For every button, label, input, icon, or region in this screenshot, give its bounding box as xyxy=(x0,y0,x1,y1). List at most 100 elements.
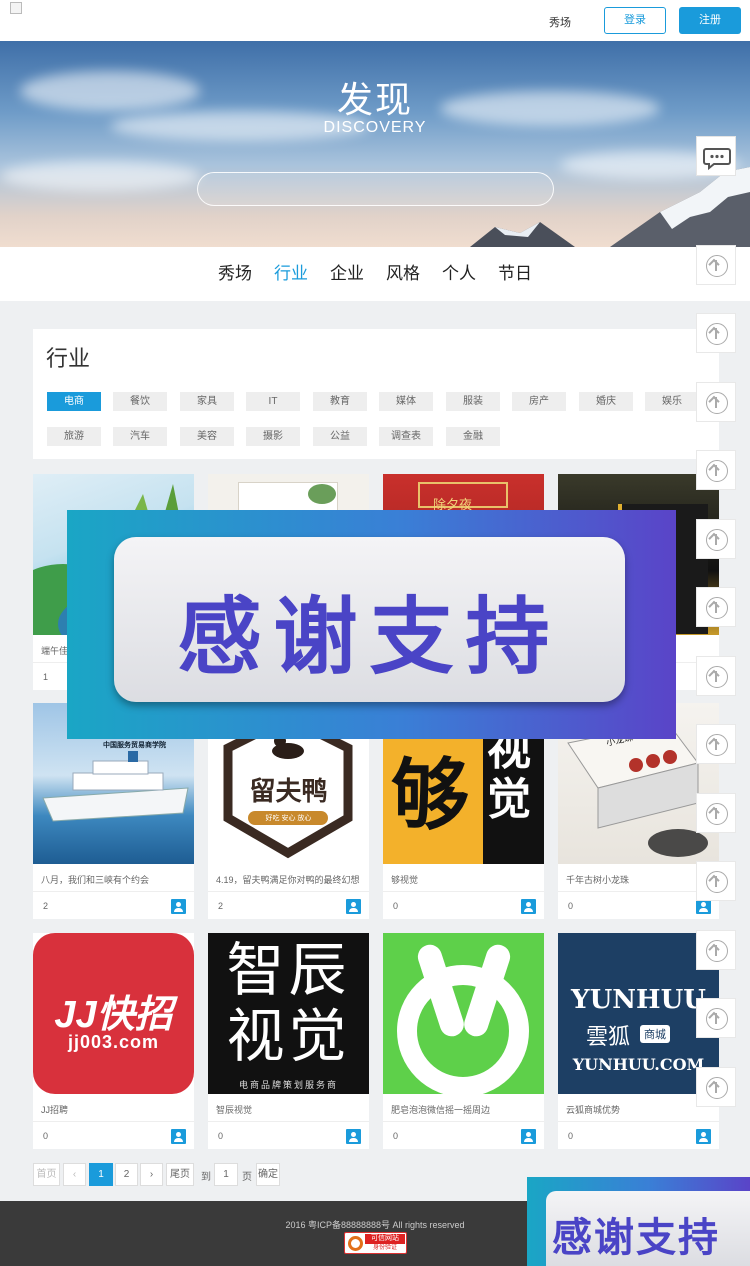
duck-logo-subtext: 好吃 安心 放心 xyxy=(265,815,312,822)
scroll-top-icon[interactable] xyxy=(696,519,736,559)
card-view-count: 1 xyxy=(43,672,49,682)
user-icon[interactable] xyxy=(171,1129,186,1144)
chat-button[interactable] xyxy=(696,136,736,176)
user-icon[interactable] xyxy=(521,899,536,914)
pagination-next[interactable]: › xyxy=(140,1163,163,1186)
pagination-prev[interactable]: ‹ xyxy=(63,1163,86,1186)
card-title: 千年古树小龙珠 xyxy=(566,875,630,885)
scroll-top-icon[interactable] xyxy=(696,724,736,764)
card-thumbnail[interactable] xyxy=(383,933,544,1094)
tag-fuzhuang[interactable]: 服装 xyxy=(446,392,500,411)
card-title: 肥皂泡泡微信摇一摇周边 xyxy=(391,1105,491,1115)
tag-diaochabiao[interactable]: 调查表 xyxy=(379,427,433,446)
user-icon[interactable] xyxy=(346,899,361,914)
scroll-top-icon[interactable] xyxy=(696,656,736,696)
thanks-overlay-banner-small: 感谢支持 xyxy=(527,1177,750,1266)
overlay-text: 感谢支持 xyxy=(177,588,562,686)
card-view-count: 2 xyxy=(43,901,49,911)
user-icon[interactable] xyxy=(696,899,711,914)
duck-logo-text: 留夫鸭 xyxy=(249,777,328,807)
tag-canyin[interactable]: 餐饮 xyxy=(113,392,167,411)
card-view-count: 0 xyxy=(43,1131,49,1141)
scroll-top-icon[interactable] xyxy=(696,587,736,627)
card-divider xyxy=(383,891,544,892)
tag-it[interactable]: IT xyxy=(246,392,300,411)
tag-lvyou[interactable]: 旅游 xyxy=(47,427,101,446)
user-icon[interactable] xyxy=(171,899,186,914)
scroll-top-icon[interactable] xyxy=(696,313,736,353)
user-icon[interactable] xyxy=(346,1129,361,1144)
tag-meiti[interactable]: 媒体 xyxy=(379,392,433,411)
template-card[interactable]: 智辰 视觉 电商品牌策划服务商 智辰视觉 0 xyxy=(208,933,369,1149)
login-button[interactable]: 登录 xyxy=(604,7,666,34)
scroll-top-icon[interactable] xyxy=(696,382,736,422)
leaf-decoration-icon xyxy=(308,484,336,504)
tab-hangye[interactable]: 行业 xyxy=(274,247,308,301)
yunhuu-url-text: YUNHUU.COM xyxy=(572,1055,705,1074)
tag-sheying[interactable]: 摄影 xyxy=(246,427,300,446)
scroll-top-icon[interactable] xyxy=(696,450,736,490)
tag-qiche[interactable]: 汽车 xyxy=(113,427,167,446)
tag-dianshang[interactable]: 电商 xyxy=(47,392,101,411)
scroll-top-icon[interactable] xyxy=(696,793,736,833)
tab-fengge[interactable]: 风格 xyxy=(386,247,420,301)
tab-jieri[interactable]: 节日 xyxy=(498,247,532,301)
card-view-count: 0 xyxy=(568,1131,574,1141)
tab-xiuchang[interactable]: 秀场 xyxy=(218,247,252,301)
card-view-count: 0 xyxy=(218,1131,224,1141)
pagination-last[interactable]: 尾页 xyxy=(166,1163,194,1186)
discovery-banner: 发现 DISCOVERY xyxy=(0,41,750,247)
card-thumbnail[interactable]: 智辰 视觉 电商品牌策划服务商 xyxy=(208,933,369,1094)
pagination-page-2[interactable]: 2 xyxy=(115,1163,138,1186)
scroll-top-icon[interactable] xyxy=(696,930,736,970)
template-card[interactable]: YUNHUU 雲狐 商城 YUNHUU.COM 云狐商城优势 0 xyxy=(558,933,719,1149)
pagination-first[interactable]: 首页 xyxy=(33,1163,60,1186)
user-icon[interactable] xyxy=(696,1129,711,1144)
scroll-top-icon[interactable] xyxy=(696,998,736,1038)
card-title: 八月，我们和三峡有个约会 xyxy=(41,875,150,885)
card-divider xyxy=(33,1121,194,1122)
template-card[interactable]: JJ快招 jj003.com JJ招聘 0 xyxy=(33,933,194,1149)
scroll-top-icon[interactable] xyxy=(696,245,736,285)
card-divider xyxy=(33,891,194,892)
card-title: 够视觉 xyxy=(391,875,419,885)
tag-yule[interactable]: 娱乐 xyxy=(645,392,699,411)
tag-jiaoyu[interactable]: 教育 xyxy=(313,392,367,411)
tag-gongyi[interactable]: 公益 xyxy=(313,427,367,446)
tag-jiaju[interactable]: 家具 xyxy=(180,392,234,411)
card-thumbnail[interactable]: JJ快招 jj003.com xyxy=(33,933,194,1094)
tag-meirong[interactable]: 美容 xyxy=(180,427,234,446)
scroll-top-icon[interactable] xyxy=(696,1067,736,1107)
card-view-count: 2 xyxy=(218,901,224,911)
gou-calligraphy: 够 xyxy=(391,750,470,841)
zhichen-subtitle: 电商品牌策划服务商 xyxy=(238,1080,338,1090)
register-button[interactable]: 注册 xyxy=(679,7,741,34)
tab-geren[interactable]: 个人 xyxy=(442,247,476,301)
tag-fangchan[interactable]: 房产 xyxy=(512,392,566,411)
pagination-confirm-button[interactable]: 确定 xyxy=(256,1163,280,1186)
card-thumbnail[interactable]: YUNHUU 雲狐 商城 YUNHUU.COM xyxy=(558,933,719,1094)
jj-url-text: jj003.com xyxy=(67,1032,160,1052)
user-icon[interactable] xyxy=(521,1129,536,1144)
tag-jinrong[interactable]: 金融 xyxy=(446,427,500,446)
card-divider xyxy=(558,1121,719,1122)
template-card[interactable]: 肥皂泡泡微信摇一摇周边 0 xyxy=(383,933,544,1149)
industry-filter-panel: 行业 电商 餐饮 家具 IT 教育 媒体 服装 房产 婚庆 娱乐 旅游 汽车 美… xyxy=(33,329,719,459)
pagination-page-unit: 页 xyxy=(242,1172,252,1183)
card-title: 智辰视觉 xyxy=(216,1105,253,1115)
panel-title: 行业 xyxy=(46,346,91,371)
tag-hunqing[interactable]: 婚庆 xyxy=(579,392,633,411)
pagination-page-1[interactable]: 1 xyxy=(89,1163,113,1186)
tab-qiye[interactable]: 企业 xyxy=(330,247,364,301)
trusted-site-badge[interactable]: 可信网站 身份验证 xyxy=(344,1232,407,1254)
page-number-input[interactable]: 1 xyxy=(214,1163,238,1186)
badge-title: 可信网站 xyxy=(365,1234,405,1244)
nav-link-xiuchang[interactable]: 秀场 xyxy=(549,14,571,30)
search-input[interactable] xyxy=(197,172,554,206)
yunhuu-en-text: YUNHUU xyxy=(571,985,706,1015)
overlay-text: 感谢支持 xyxy=(552,1215,720,1261)
scroll-top-icon[interactable] xyxy=(696,861,736,901)
logo-broken-image-icon[interactable] xyxy=(10,2,22,14)
badge-subtitle: 身份验证 xyxy=(372,1245,397,1251)
zhichen-line1: 智辰 xyxy=(226,938,351,1003)
